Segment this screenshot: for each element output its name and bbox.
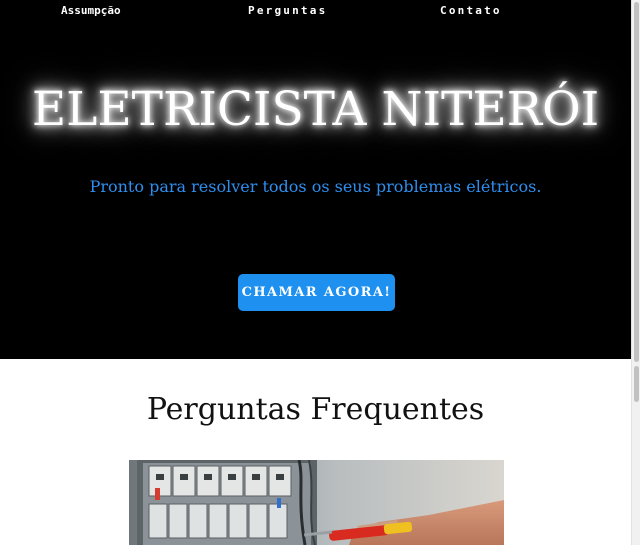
nav-link-perguntas[interactable]: Perguntas — [248, 4, 327, 17]
hero-title: ELETRICISTA NITERÓI — [31, 82, 600, 137]
call-now-button[interactable]: CHAMAR AGORA! — [238, 274, 395, 311]
nav-link-assumpcao[interactable]: Assumpção — [61, 4, 121, 17]
hero-section: Assumpção Perguntas Contato ELETRICISTA … — [0, 0, 631, 359]
scrollbar-thumb-secondary[interactable] — [634, 366, 639, 402]
nav-link-contato[interactable]: Contato — [440, 4, 502, 17]
faq-title: Perguntas Frequentes — [146, 392, 485, 427]
electrician-photo — [129, 460, 504, 545]
scrollbar-thumb[interactable] — [634, 2, 639, 362]
electrical-panel-image — [129, 460, 504, 545]
vertical-scrollbar[interactable] — [631, 0, 640, 545]
hero-subtitle: Pronto para resolver todos os seus probl… — [89, 177, 542, 196]
